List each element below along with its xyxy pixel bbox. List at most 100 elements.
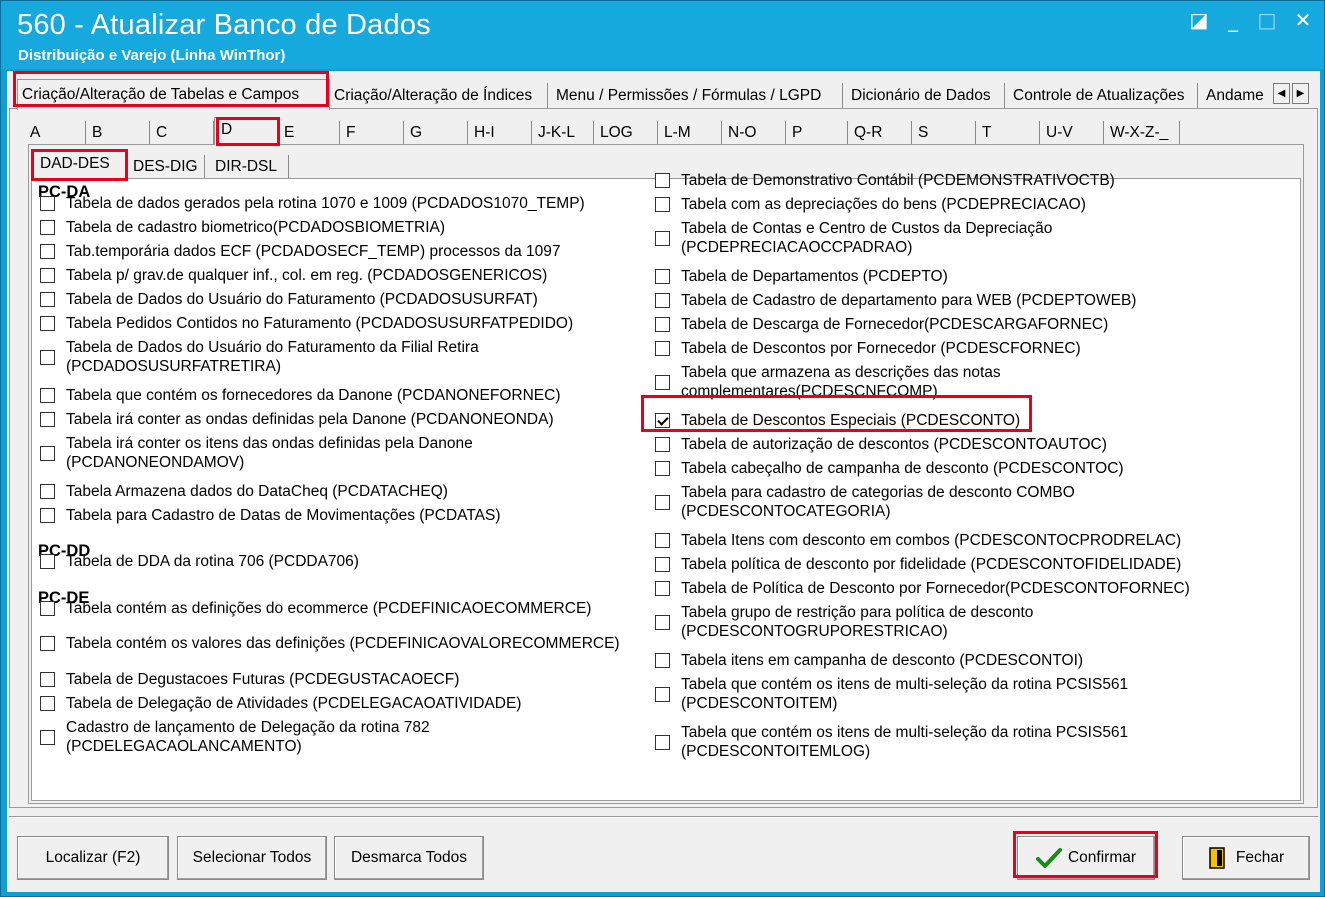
checkbox[interactable] [40,484,55,499]
checkbox[interactable] [40,412,55,427]
checkbox[interactable] [655,197,670,212]
checkbox[interactable] [40,292,55,307]
table-checkbox-item[interactable]: Tabela de Contas e Centro de Custos da D… [655,219,1255,257]
tab-letter-q-r[interactable]: Q-R [848,121,912,145]
tab-letter-d[interactable]: D [214,117,278,145]
checkbox[interactable] [655,341,670,356]
table-checkbox-item[interactable]: Tabela de Delegação de Atividades (PCDEL… [40,694,630,713]
tab-letter-j-k-l[interactable]: J-K-L [532,121,594,145]
tab-letter-l-m[interactable]: L-M [658,121,722,145]
checkbox[interactable] [655,317,670,332]
checkbox[interactable] [40,268,55,283]
checkbox[interactable] [655,533,670,548]
checkbox[interactable] [40,388,55,403]
desmarca-todos-button[interactable]: Desmarca Todos [334,836,484,880]
tab-letter-e[interactable]: E [278,121,340,145]
checkbox[interactable] [655,494,670,510]
tab-letter-t[interactable]: T [976,121,1040,145]
checkbox[interactable] [655,734,670,750]
table-checkbox-item[interactable]: Tabela que contém os itens de multi-sele… [655,723,1255,761]
table-checkbox-item[interactable]: Tabela contém as definições do ecommerce… [40,599,630,618]
table-checkbox-item[interactable]: Tabela para cadastro de categorias de de… [655,483,1255,521]
table-checkbox-item[interactable]: Tabela itens em campanha de desconto (PC… [655,651,1255,670]
tab-letter-b[interactable]: B [86,121,150,145]
minimize-icon[interactable]: _ [1221,9,1245,31]
checkbox[interactable] [40,196,55,211]
checkbox[interactable] [655,557,670,572]
tab-letter-p[interactable]: P [786,121,848,145]
checkbox-checked[interactable] [655,413,670,428]
checkbox[interactable] [655,374,670,390]
table-checkbox-item[interactable]: Tabela que armazena as descrições das no… [655,363,1255,401]
table-checkbox-item[interactable]: Tabela de dados gerados pela rotina 1070… [40,194,630,213]
checkbox[interactable] [655,230,670,246]
tab-andamento[interactable]: Andame [1202,83,1272,109]
checkbox[interactable] [40,316,55,331]
checkbox[interactable] [40,672,55,687]
checkbox[interactable] [40,696,55,711]
checkbox[interactable] [40,554,55,569]
checkbox[interactable] [40,349,55,365]
tab-dir-dsl[interactable]: DIR-DSL [209,155,289,179]
checkbox[interactable] [655,581,670,596]
tab-controle-atualizacoes[interactable]: Controle de Atualizações [1009,83,1198,109]
selecionar-todos-button[interactable]: Selecionar Todos [177,836,327,880]
checkbox[interactable] [40,220,55,235]
checkbox[interactable] [655,653,670,668]
table-checkbox-item[interactable]: Tabela de Demonstrativo Contábil (PCDEMO… [655,171,1255,190]
checkbox[interactable] [655,269,670,284]
checkbox[interactable] [655,173,670,188]
maximize-icon[interactable]: □ [1255,9,1279,31]
table-checkbox-item[interactable]: Tabela grupo de restrição para política … [655,603,1255,641]
tab-scroll-left-icon[interactable]: ◀ [1273,83,1290,104]
confirmar-button[interactable]: Confirmar [1017,836,1155,880]
table-checkbox-item[interactable]: Tabela Pedidos Contidos no Faturamento (… [40,314,630,333]
tab-letter-u-v[interactable]: U-V [1040,121,1104,145]
tab-scroll-right-icon[interactable]: ▶ [1292,83,1309,104]
tab-indices[interactable]: Criação/Alteração de Índices [330,83,548,109]
table-checkbox-item[interactable]: Tabela Itens com desconto em combos (PCD… [655,531,1255,550]
restore-icon[interactable]: ◪ [1187,9,1211,31]
table-checkbox-item[interactable]: Tabela com as depreciações do bens (PCDE… [655,195,1255,214]
checkbox[interactable] [40,729,55,745]
table-checkbox-item[interactable]: Tabela de Descontos Especiais (PCDESCONT… [655,411,1255,430]
checkbox[interactable] [655,293,670,308]
table-checkbox-item[interactable]: Tabela de Departamentos (PCDEPTO) [655,267,1255,286]
tab-letter-f[interactable]: F [340,121,404,145]
checkbox[interactable] [655,461,670,476]
table-checkbox-item[interactable]: Tabela irá conter as ondas definidas pel… [40,410,630,429]
checkbox[interactable] [655,437,670,452]
tab-letter-w-x-z[interactable]: W-X-Z-_ [1104,121,1180,145]
tab-letter-a[interactable]: A [24,121,86,145]
table-checkbox-item[interactable]: Tabela de Degustacoes Futuras (PCDEGUSTA… [40,670,630,689]
table-checkbox-item[interactable]: Tab.temporária dados ECF (PCDADOSECF_TEM… [40,242,630,261]
localizar-button[interactable]: Localizar (F2) [17,836,169,880]
checkbox[interactable] [40,508,55,523]
table-checkbox-item[interactable]: Tabela de Política de Desconto por Forne… [655,579,1255,598]
close-icon[interactable]: ✕ [1291,9,1315,31]
tab-letter-s[interactable]: S [912,121,976,145]
tab-tabelas-campos[interactable]: Criação/Alteração de Tabelas e Campos [17,79,330,110]
table-checkbox-item[interactable]: Tabela de cadastro biometrico(PCDADOSBIO… [40,218,630,237]
checkbox[interactable] [655,614,670,630]
table-checkbox-item[interactable]: Tabela que contém os itens de multi-sele… [655,675,1255,713]
table-checkbox-item[interactable]: Tabela para Cadastro de Datas de Movimen… [40,506,630,525]
table-checkbox-item[interactable]: Tabela de DDA da rotina 706 (PCDDA706) [40,552,630,571]
tab-letter-c[interactable]: C [150,121,214,145]
table-checkbox-item[interactable]: Tabela política de desconto por fidelida… [655,555,1255,574]
table-checkbox-item[interactable]: Tabela de Dados do Usuário do Faturament… [40,338,630,376]
checkbox[interactable] [40,244,55,259]
table-checkbox-item[interactable]: Tabela de Cadastro de departamento para … [655,291,1255,310]
table-checkbox-item[interactable]: Tabela contém os valores das definições … [40,634,630,653]
table-checkbox-item[interactable]: Tabela Armazena dados do DataCheq (PCDAT… [40,482,630,501]
tab-letter-g[interactable]: G [404,121,468,145]
tab-dicionario[interactable]: Dicionário de Dados [847,83,1005,109]
tab-menu-permissoes[interactable]: Menu / Permissões / Fórmulas / LGPD [552,83,843,109]
checkbox[interactable] [40,636,55,651]
tab-letter-n-o[interactable]: N-O [722,121,786,145]
table-checkbox-item[interactable]: Tabela p/ grav.de qualquer inf., col. em… [40,266,630,285]
checkbox[interactable] [40,445,55,461]
tab-letter-log[interactable]: LOG [594,121,658,145]
checkbox[interactable] [40,601,55,616]
table-checkbox-item[interactable]: Tabela de Descontos por Fornecedor (PCDE… [655,339,1255,358]
